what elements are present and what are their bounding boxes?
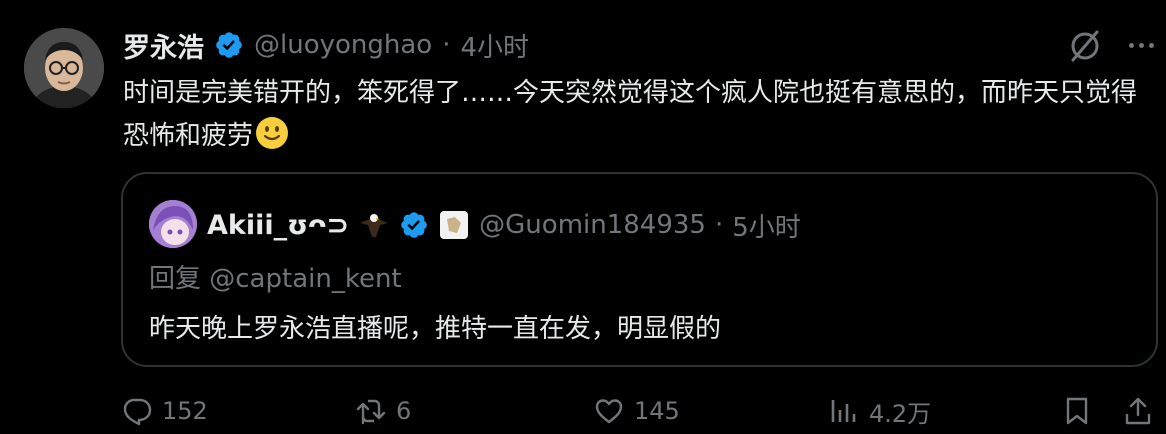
slightly-smiling-face-icon [255, 116, 289, 150]
quoted-timestamp[interactable]: 5小时 [732, 207, 801, 244]
like-button[interactable]: 145 [594, 388, 680, 434]
quoted-separator-dot: · [714, 210, 724, 240]
author-avatar[interactable] [24, 28, 104, 108]
author-display-name[interactable]: 罗永浩 [123, 26, 204, 65]
more-options-icon[interactable] [1121, 25, 1161, 65]
views-chart-icon [831, 400, 856, 422]
grok-icon[interactable] [1064, 25, 1106, 67]
tweet-header: 罗永浩 @luoyonghao · 4小时 [123, 26, 529, 64]
author-handle[interactable]: @luoyonghao [254, 30, 432, 60]
quoted-author-avatar[interactable] [149, 200, 197, 248]
eagle-icon [358, 209, 390, 241]
share-button[interactable] [1123, 388, 1153, 434]
views-count: 4.2万 [869, 399, 932, 428]
repost-button[interactable]: 6 [356, 388, 411, 434]
quoted-handle[interactable]: @Guomin184935 [479, 210, 706, 240]
bookmark-icon [1066, 397, 1088, 425]
verified-badge-icon[interactable] [214, 30, 244, 60]
heart-icon [595, 399, 623, 424]
reply-count: 152 [162, 397, 208, 425]
reply-icon [123, 398, 152, 426]
repost-icon [356, 399, 386, 425]
separator-dot: · [442, 30, 451, 60]
reply-button[interactable]: 152 [122, 388, 208, 434]
share-icon [1125, 397, 1151, 425]
tweet-text: 时间是完美错开的，笨死得了……今天突然觉得这个疯人院也挺有意思的，而昨天只觉得恐… [123, 72, 1148, 158]
quoted-display-name[interactable]: Akiii_ʊᴖ⊃ [207, 210, 349, 241]
quoted-tweet[interactable]: Akiii_ʊᴖ⊃ @Guomin184935 · 5小时 回复 @captai… [121, 172, 1158, 367]
tweet-actions: 152 6 145 4.2万 [0, 388, 1166, 434]
quoted-header: Akiii_ʊᴖ⊃ @Guomin184935 · 5小时 [207, 202, 801, 248]
bookmark-button[interactable] [1062, 388, 1092, 434]
affiliate-badge-icon[interactable] [438, 209, 470, 241]
like-count: 145 [634, 397, 680, 425]
repost-count: 6 [396, 397, 412, 425]
views-button[interactable]: 4.2万 [829, 388, 931, 434]
quoted-verified-badge-icon[interactable] [399, 210, 429, 240]
quoted-reply-to[interactable]: 回复 @captain_kent [149, 258, 402, 295]
quoted-text: 昨天晚上罗永浩直播呢，推特一直在发，明显假的 [149, 314, 722, 344]
tweet-timestamp[interactable]: 4小时 [460, 27, 529, 64]
